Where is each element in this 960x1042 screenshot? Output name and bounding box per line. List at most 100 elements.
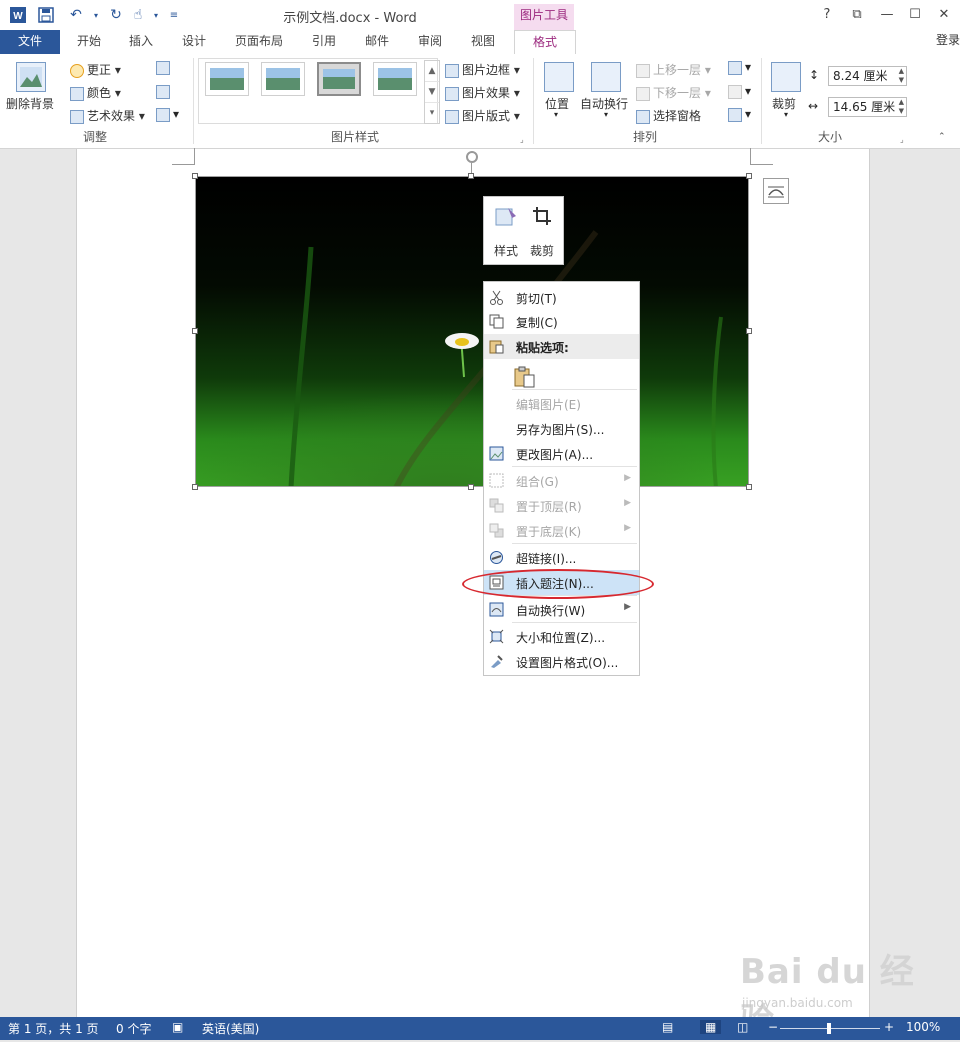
- tab-references[interactable]: 引用: [303, 30, 345, 54]
- zoom-level[interactable]: 100%: [906, 1020, 940, 1034]
- resize-handle[interactable]: [746, 173, 752, 179]
- dialog-launcher-icon[interactable]: ⌟: [520, 135, 524, 144]
- zoom-in-icon[interactable]: +: [884, 1020, 894, 1034]
- web-layout-icon[interactable]: ◫: [737, 1020, 748, 1034]
- tab-insert[interactable]: 插入: [120, 30, 162, 54]
- send-backward-button: 下移一层 ▾: [636, 84, 711, 101]
- menu-item-copy[interactable]: 复制(C): [484, 309, 639, 334]
- resize-handle[interactable]: [746, 484, 752, 490]
- rotate-icon[interactable]: ▾: [728, 107, 751, 122]
- gallery-more-icon[interactable]: ▾: [425, 103, 439, 123]
- artistic-effects-button[interactable]: 艺术效果 ▾: [70, 107, 145, 124]
- menu-item-cut[interactable]: 剪切(T): [484, 285, 639, 310]
- resize-handle[interactable]: [192, 484, 198, 490]
- mini-style-label[interactable]: 样式: [494, 242, 518, 259]
- tab-page-layout[interactable]: 页面布局: [228, 30, 290, 54]
- margin-mark-left: [172, 148, 195, 165]
- menu-item-send-to-back: 置于底层(K) ▶: [484, 518, 639, 543]
- picture-border-button[interactable]: 图片边框 ▾: [445, 61, 520, 78]
- tab-mailings[interactable]: 邮件: [356, 30, 398, 54]
- position-icon[interactable]: [544, 62, 574, 92]
- word-count[interactable]: 0 个字: [116, 1020, 151, 1037]
- change-picture-icon: [489, 446, 504, 461]
- mini-toolbar: 样式 裁剪: [483, 196, 564, 265]
- zoom-out-icon[interactable]: −: [768, 1020, 778, 1034]
- size-dialog-launcher-icon[interactable]: ⌟: [900, 135, 904, 144]
- wrap-dropdown-icon[interactable]: ▾: [604, 110, 608, 119]
- spin-arrows-icon[interactable]: ▲ ▼: [899, 98, 904, 116]
- height-input[interactable]: 8.24 厘米 ▲ ▼: [828, 66, 907, 86]
- wrap-text-icon[interactable]: [591, 62, 621, 92]
- spin-arrows-icon[interactable]: ▲ ▼: [899, 67, 904, 85]
- reset-picture-icon[interactable]: ▾: [156, 107, 179, 122]
- tab-format[interactable]: 格式: [514, 30, 576, 56]
- resize-handle[interactable]: [468, 484, 474, 490]
- resize-handle[interactable]: [192, 173, 198, 179]
- menu-item-change-picture[interactable]: 更改图片(A)...: [484, 441, 639, 466]
- position-dropdown-icon[interactable]: ▾: [554, 110, 558, 119]
- picture-layout-button[interactable]: 图片版式 ▾: [445, 107, 520, 124]
- selection-pane-button[interactable]: 选择窗格: [636, 107, 701, 124]
- change-picture-icon[interactable]: [156, 84, 173, 99]
- help-button[interactable]: ?: [815, 4, 839, 26]
- color-button[interactable]: 颜色 ▾: [70, 84, 121, 101]
- menu-item-save-as-picture[interactable]: 另存为图片(S)...: [484, 416, 639, 441]
- width-input[interactable]: 14.65 厘米 ▲ ▼: [828, 97, 907, 117]
- menu-item-wrap-text[interactable]: 自动换行(W) ▶: [484, 597, 639, 622]
- crop-dropdown-icon[interactable]: ▾: [784, 110, 788, 119]
- chevron-up-icon[interactable]: ▲: [425, 61, 439, 82]
- picture-style-4[interactable]: [373, 62, 417, 96]
- menu-item-size-position[interactable]: 大小和位置(Z)...: [484, 624, 639, 649]
- remove-background-icon[interactable]: [16, 62, 46, 92]
- picture-style-icon[interactable]: [495, 206, 517, 228]
- send-backward-icon: [636, 86, 650, 101]
- chevron-down-icon[interactable]: ▼: [425, 82, 439, 103]
- tab-view[interactable]: 视图: [462, 30, 504, 54]
- gallery-scroll[interactable]: ▲ ▼ ▾: [424, 60, 440, 124]
- picture-tools-label: 图片工具: [514, 4, 574, 30]
- daisy-flower: [444, 327, 480, 357]
- arrange-group-label: 排列: [632, 130, 657, 144]
- proofing-icon[interactable]: ▣: [172, 1020, 183, 1034]
- menu-item-hyperlink[interactable]: 超链接(I)...: [484, 545, 639, 570]
- maximize-icon[interactable]: ☐: [903, 4, 927, 26]
- submenu-arrow-icon: ▶: [624, 473, 631, 483]
- compress-pictures-icon[interactable]: [156, 60, 173, 75]
- picture-style-2[interactable]: [261, 62, 305, 96]
- minimize-icon[interactable]: —: [875, 4, 899, 26]
- print-layout-icon[interactable]: ▦: [700, 1020, 722, 1034]
- crop-icon[interactable]: [771, 62, 801, 92]
- artistic-icon: [70, 109, 84, 124]
- paste-keep-picture[interactable]: [484, 361, 639, 389]
- paste-picture-icon[interactable]: [514, 366, 536, 388]
- tab-design[interactable]: 设计: [173, 30, 215, 54]
- crop-icon[interactable]: [532, 206, 552, 226]
- tab-review[interactable]: 审阅: [409, 30, 451, 54]
- picture-effects-button[interactable]: 图片效果 ▾: [445, 84, 520, 101]
- resize-handle[interactable]: [746, 328, 752, 334]
- selected-picture[interactable]: [195, 176, 749, 487]
- resize-handle[interactable]: [468, 173, 474, 179]
- close-icon[interactable]: ✕: [932, 4, 956, 26]
- rotate-handle-icon[interactable]: [466, 151, 478, 163]
- tab-file[interactable]: 文件: [0, 30, 60, 54]
- signin-link[interactable]: 登录: [936, 31, 960, 48]
- color-icon: [70, 86, 84, 101]
- page-count[interactable]: 第 1 页，共 1 页: [8, 1020, 99, 1037]
- zoom-slider-thumb[interactable]: [827, 1023, 831, 1034]
- picture-style-1[interactable]: [205, 62, 249, 96]
- corrections-button[interactable]: 更正 ▾: [70, 61, 121, 78]
- align-icon[interactable]: ▾: [728, 60, 751, 75]
- copy-icon: [489, 314, 504, 329]
- remove-background-button[interactable]: 删除背景: [6, 95, 54, 112]
- ribbon-display-icon[interactable]: ⧉: [845, 4, 869, 26]
- read-mode-icon[interactable]: ▤: [662, 1020, 673, 1034]
- tab-home[interactable]: 开始: [68, 30, 110, 54]
- language-indicator[interactable]: 英语(美国): [202, 1020, 259, 1037]
- mini-crop-label[interactable]: 裁剪: [530, 242, 554, 259]
- resize-handle[interactable]: [192, 328, 198, 334]
- menu-item-format-picture[interactable]: 设置图片格式(O)...: [484, 649, 639, 674]
- layout-options-icon[interactable]: [763, 178, 789, 204]
- picture-style-3[interactable]: [317, 62, 361, 96]
- collapse-ribbon-icon[interactable]: ⌃: [938, 132, 946, 142]
